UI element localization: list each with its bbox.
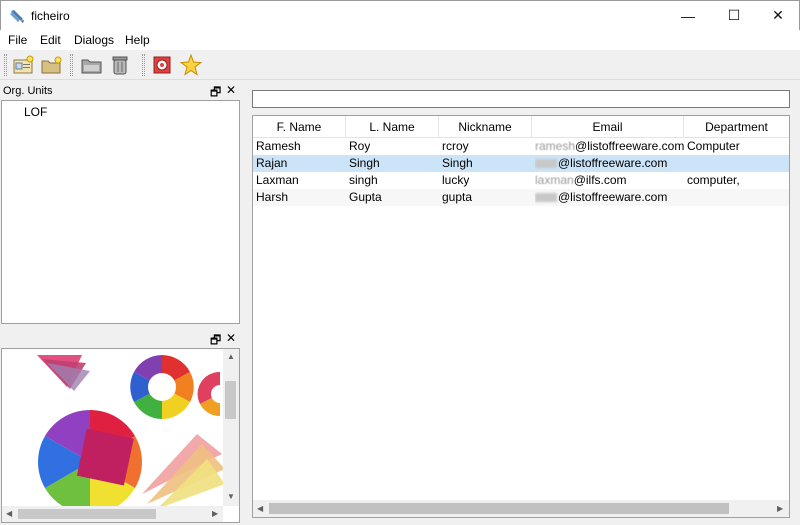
cell-email: @listoffreeware.com [535, 156, 667, 170]
folder-icon [81, 59, 102, 74]
scroll-left-icon[interactable]: ◀ [257, 504, 263, 513]
maximize-button[interactable]: ☐ [711, 1, 757, 30]
table-row[interactable]: Laxman singh lucky laxman@ilfs.com compu… [253, 172, 789, 189]
email-domain: @ilfs.com [573, 173, 627, 187]
close-panel-icon[interactable]: ✕ [226, 331, 236, 345]
table-header: F. Name L. Name Nickname Email Departmen… [253, 116, 789, 138]
trash-icon [112, 56, 128, 75]
email-user-part: laxman [535, 173, 574, 187]
new-folder-icon [41, 56, 62, 74]
column-header-lname[interactable]: L. Name [346, 116, 439, 138]
image-preview-panel: ▲ ▼ ◀ ▶ [1, 348, 240, 523]
table-horizontal-scrollbar[interactable]: ◀ ▶ [253, 500, 789, 517]
cell-lname: singh [349, 173, 378, 187]
favorite-button[interactable] [179, 53, 203, 77]
cell-fname: Rajan [256, 156, 288, 170]
cell-nickname: rcroy [442, 139, 469, 153]
image-horizontal-scrollbar[interactable]: ◀ ▶ [2, 506, 223, 522]
scroll-right-icon[interactable]: ▶ [777, 504, 783, 513]
close-panel-icon[interactable]: ✕ [226, 83, 236, 97]
title-bar: ficheiro — ☐ ✕ [0, 0, 800, 30]
help-button[interactable] [150, 53, 174, 77]
column-header-nickname[interactable]: Nickname [439, 116, 532, 138]
cell-lname: Singh [349, 156, 380, 170]
tree-item-lof[interactable]: LOF [24, 105, 47, 119]
contacts-table[interactable]: F. Name L. Name Nickname Email Departmen… [252, 115, 790, 518]
column-header-fname[interactable]: F. Name [253, 116, 346, 138]
redacted-block [535, 159, 557, 169]
menu-bar: File Edit Dialogs Help [0, 30, 800, 50]
image-panel-header: 🗗 ✕ [0, 330, 240, 348]
search-input[interactable] [252, 90, 790, 108]
scroll-down-icon[interactable]: ▼ [227, 492, 235, 501]
lifebuoy-icon [153, 56, 171, 74]
toolbar-grip[interactable] [70, 54, 73, 76]
email-user-part: ramesh [535, 139, 576, 153]
cell-fname: Harsh [256, 190, 289, 204]
email-domain: @listoffreeware.com [558, 156, 668, 170]
cell-department: Computer [687, 139, 740, 153]
window-title: ficheiro [31, 9, 70, 23]
cell-department: computer, [687, 173, 740, 187]
scroll-right-icon[interactable]: ▶ [212, 509, 218, 518]
table-row[interactable]: Ramesh Roy rcroy ramesh@listoffreeware.c… [253, 138, 789, 155]
toolbar-grip[interactable] [142, 54, 145, 76]
toolbar [0, 50, 800, 80]
org-units-tree[interactable]: LOF [1, 100, 240, 324]
minimize-button[interactable]: — [665, 1, 711, 30]
menu-help[interactable]: Help [125, 33, 150, 47]
app-icon [10, 10, 24, 23]
column-header-email[interactable]: Email [532, 116, 684, 138]
new-folder-button[interactable] [40, 53, 64, 77]
email-domain: @listoffreeware.com [575, 139, 685, 153]
cell-email: @listoffreeware.com [535, 190, 667, 204]
new-contact-button[interactable] [12, 53, 36, 77]
cell-email: ramesh@listoffreeware.com [535, 139, 684, 153]
table-row[interactable]: Harsh Gupta gupta @listoffreeware.com [253, 189, 789, 206]
cell-email: laxman@ilfs.com [535, 173, 627, 187]
redacted-block [535, 193, 557, 203]
scroll-thumb[interactable] [18, 509, 156, 519]
star-icon [180, 54, 202, 76]
org-units-header: Org. Units 🗗 ✕ [0, 82, 240, 100]
close-button[interactable]: ✕ [755, 1, 800, 30]
scroll-up-icon[interactable]: ▲ [227, 352, 235, 361]
contact-card-icon [13, 55, 34, 74]
menu-dialogs[interactable]: Dialogs [74, 33, 114, 47]
menu-file[interactable]: File [8, 33, 27, 47]
cell-nickname: lucky [442, 173, 470, 187]
cell-fname: Ramesh [256, 139, 301, 153]
table-row[interactable]: Rajan Singh Singh @listoffreeware.com [253, 155, 789, 172]
scroll-thumb[interactable] [269, 503, 729, 514]
open-folder-button[interactable] [80, 53, 104, 77]
cell-fname: Laxman [256, 173, 299, 187]
color-swatch-image [37, 355, 223, 506]
column-header-department[interactable]: Department [684, 116, 789, 138]
scroll-thumb[interactable] [225, 381, 236, 419]
toolbar-grip[interactable] [4, 54, 7, 76]
cell-nickname: Singh [442, 156, 473, 170]
scroll-left-icon[interactable]: ◀ [6, 509, 12, 518]
delete-button[interactable] [108, 53, 132, 77]
cell-nickname: gupta [442, 190, 473, 204]
cell-lname: Gupta [349, 190, 382, 204]
cell-lname: Roy [349, 139, 371, 153]
image-vertical-scrollbar[interactable]: ▲ ▼ [223, 349, 239, 506]
email-domain: @listoffreeware.com [558, 190, 668, 204]
org-units-title: Org. Units [3, 85, 53, 97]
menu-edit[interactable]: Edit [40, 33, 61, 47]
